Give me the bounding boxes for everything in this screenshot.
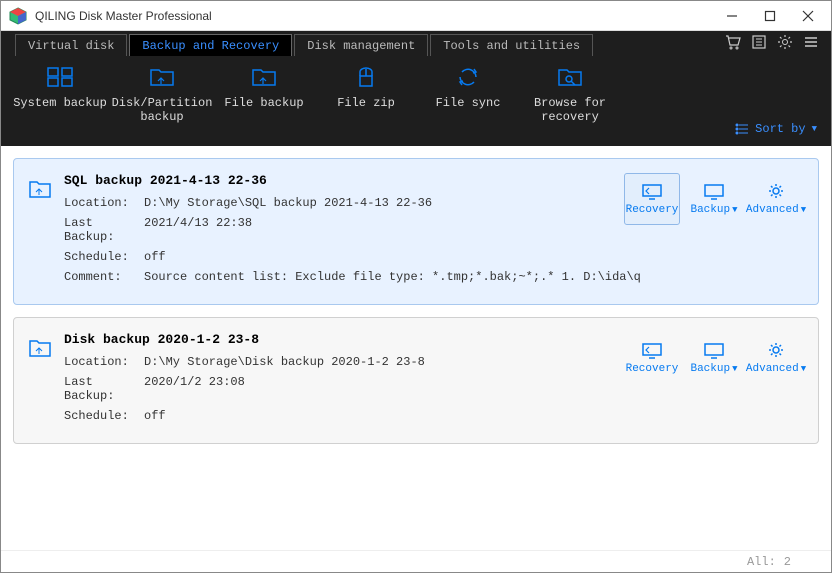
status-bar: All: 2 [1, 550, 831, 572]
sort-by-label: Sort by [755, 122, 805, 136]
schedule-value: off [144, 250, 166, 264]
disk-partition-backup-button[interactable]: Disk/Partition backup [111, 66, 213, 124]
file-backup-button[interactable]: File backup [213, 66, 315, 110]
chevron-down-icon: ▼ [812, 124, 817, 134]
advanced-button[interactable]: Advanced▼ [748, 332, 804, 384]
schedule-value: off [144, 409, 166, 423]
tab-backup-recovery[interactable]: Backup and Recovery [129, 34, 292, 56]
cart-icon[interactable] [725, 34, 741, 54]
comment-label: Comment: [64, 270, 144, 284]
location-value: D:\My Storage\SQL backup 2021-4-13 22-36 [144, 196, 432, 210]
settings-icon[interactable] [777, 34, 793, 54]
maximize-button[interactable] [751, 2, 789, 30]
file-zip-label: File zip [315, 96, 417, 110]
app-logo-icon [9, 7, 27, 25]
backup-label: Backup [690, 204, 730, 216]
file-sync-label: File sync [417, 96, 519, 110]
tab-tools-utilities[interactable]: Tools and utilities [430, 34, 593, 56]
task-list: SQL backup 2021-4-13 22-36 Location:D:\M… [1, 146, 831, 550]
location-label: Location: [64, 355, 144, 369]
last-backup-label: Last Backup: [64, 216, 144, 244]
advanced-button[interactable]: Advanced▼ [748, 173, 804, 225]
toolbar: System backup Disk/Partition backup File… [1, 56, 831, 146]
recovery-label: Recovery [626, 363, 679, 375]
chevron-down-icon: ▼ [801, 364, 806, 374]
task-card[interactable]: Disk backup 2020-1-2 23-8 Location:D:\My… [13, 317, 819, 444]
log-icon[interactable] [751, 34, 767, 54]
tab-bar: Virtual disk Backup and Recovery Disk ma… [1, 31, 831, 56]
minimize-button[interactable] [713, 2, 751, 30]
last-backup-value: 2021/4/13 22:38 [144, 216, 252, 244]
window-controls [713, 2, 827, 30]
app-title: QILING Disk Master Professional [31, 9, 713, 23]
backup-label: Backup [690, 363, 730, 375]
schedule-label: Schedule: [64, 409, 144, 423]
location-label: Location: [64, 196, 144, 210]
chevron-down-icon: ▼ [732, 205, 737, 215]
sort-by-button[interactable]: Sort by ▼ [735, 122, 817, 136]
file-sync-button[interactable]: File sync [417, 66, 519, 110]
browse-recovery-label: Browse for recovery [519, 96, 621, 124]
task-card[interactable]: SQL backup 2021-4-13 22-36 Location:D:\M… [13, 158, 819, 305]
folder-icon [28, 179, 52, 199]
status-all-label: All: [747, 555, 776, 569]
menu-icon[interactable] [803, 34, 819, 54]
backup-button[interactable]: Backup▼ [686, 332, 742, 384]
schedule-label: Schedule: [64, 250, 144, 264]
file-zip-button[interactable]: File zip [315, 66, 417, 110]
browse-recovery-button[interactable]: Browse for recovery [519, 66, 621, 124]
folder-icon [28, 338, 52, 358]
comment-value: Source content list: Exclude file type: … [144, 270, 641, 284]
last-backup-label: Last Backup: [64, 375, 144, 403]
chevron-down-icon: ▼ [801, 205, 806, 215]
close-button[interactable] [789, 2, 827, 30]
recovery-button[interactable]: Recovery [624, 332, 680, 384]
location-value: D:\My Storage\Disk backup 2020-1-2 23-8 [144, 355, 425, 369]
tab-virtual-disk[interactable]: Virtual disk [15, 34, 127, 56]
advanced-label: Advanced [746, 363, 799, 375]
title-bar: QILING Disk Master Professional [1, 1, 831, 31]
advanced-label: Advanced [746, 204, 799, 216]
disk-partition-backup-label: Disk/Partition backup [111, 96, 213, 124]
recovery-label: Recovery [626, 204, 679, 216]
chevron-down-icon: ▼ [732, 364, 737, 374]
file-backup-label: File backup [213, 96, 315, 110]
system-backup-button[interactable]: System backup [9, 66, 111, 110]
last-backup-value: 2020/1/2 23:08 [144, 375, 245, 403]
recovery-button[interactable]: Recovery [624, 173, 680, 225]
status-all-count: 2 [784, 555, 791, 569]
backup-button[interactable]: Backup▼ [686, 173, 742, 225]
tab-disk-management[interactable]: Disk management [294, 34, 428, 56]
system-backup-label: System backup [9, 96, 111, 110]
